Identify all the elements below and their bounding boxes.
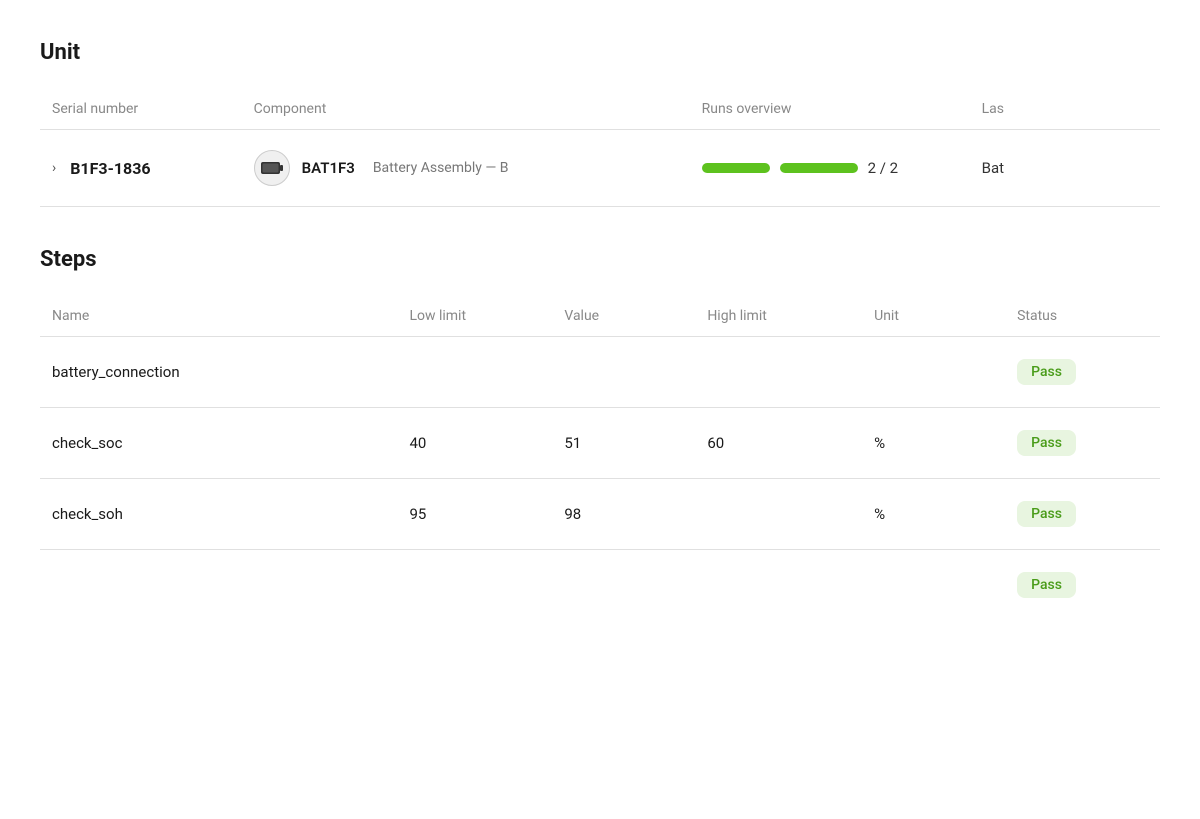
step-status: Pass: [1005, 550, 1160, 621]
unit-table: Serial number Component Runs overview La…: [40, 93, 1160, 207]
page: Unit Serial number Component Runs overvi…: [0, 0, 1200, 819]
step-low-limit: [397, 337, 552, 408]
steps-col-unit: Unit: [862, 300, 1005, 337]
steps-title: Steps: [40, 247, 1160, 272]
unit-table-header-row: Serial number Component Runs overview La…: [40, 93, 1160, 130]
steps-header-row: Name Low limit Value High limit Unit Sta…: [40, 300, 1160, 337]
step-value: [552, 550, 695, 621]
step-name: check_soc: [40, 408, 397, 479]
serial-number-value: B1F3-1836: [70, 159, 150, 178]
steps-table-row[interactable]: Pass: [40, 550, 1160, 621]
step-name: check_soh: [40, 479, 397, 550]
status-badge: Pass: [1017, 430, 1076, 456]
step-high-limit: [695, 479, 862, 550]
status-badge: Pass: [1017, 359, 1076, 385]
component-code: BAT1F3: [302, 159, 355, 177]
last-value: Bat: [982, 159, 1004, 177]
step-status: Pass: [1005, 337, 1160, 408]
status-badge: Pass: [1017, 501, 1076, 527]
steps-table-row[interactable]: battery_connection Pass: [40, 337, 1160, 408]
step-unit: %: [862, 408, 1005, 479]
step-unit: [862, 337, 1005, 408]
step-value: 51: [552, 408, 695, 479]
steps-table-row[interactable]: check_soh9598% Pass: [40, 479, 1160, 550]
serial-number-cell: › B1F3-1836: [40, 130, 242, 207]
step-name: battery_connection: [40, 337, 397, 408]
component-cell: BAT1F3 Battery Assembly — B: [242, 130, 690, 207]
step-unit: %: [862, 479, 1005, 550]
steps-col-name: Name: [40, 300, 397, 337]
unit-table-row[interactable]: › B1F3-1836: [40, 130, 1160, 207]
steps-table: Name Low limit Value High limit Unit Sta…: [40, 300, 1160, 620]
last-cell: Bat: [970, 130, 1160, 207]
status-badge: Pass: [1017, 572, 1076, 598]
steps-col-high: High limit: [695, 300, 862, 337]
unit-col-serial: Serial number: [40, 93, 242, 130]
component-name: Battery Assembly — B: [373, 160, 509, 176]
step-status: Pass: [1005, 408, 1160, 479]
unit-title: Unit: [40, 40, 1160, 65]
run-bar-2: [780, 163, 858, 173]
step-low-limit: [397, 550, 552, 621]
steps-col-value: Value: [552, 300, 695, 337]
steps-col-low: Low limit: [397, 300, 552, 337]
steps-table-row[interactable]: check_soc405160% Pass: [40, 408, 1160, 479]
step-unit: [862, 550, 1005, 621]
unit-col-last: Las: [970, 93, 1160, 130]
expand-chevron-icon[interactable]: ›: [52, 160, 60, 176]
component-icon: [254, 150, 290, 186]
step-value: [552, 337, 695, 408]
step-name: [40, 550, 397, 621]
unit-col-runs: Runs overview: [690, 93, 970, 130]
step-high-limit: 60: [695, 408, 862, 479]
steps-section: Steps Name Low limit Value High limit Un…: [40, 247, 1160, 620]
runs-cell: 2 / 2: [690, 130, 970, 207]
step-low-limit: 95: [397, 479, 552, 550]
unit-col-component: Component: [242, 93, 690, 130]
steps-col-status: Status: [1005, 300, 1160, 337]
step-high-limit: [695, 550, 862, 621]
step-status: Pass: [1005, 479, 1160, 550]
step-low-limit: 40: [397, 408, 552, 479]
step-value: 98: [552, 479, 695, 550]
run-bar-1: [702, 163, 770, 173]
runs-count: 2 / 2: [868, 159, 899, 177]
unit-section: Unit Serial number Component Runs overvi…: [40, 40, 1160, 207]
step-high-limit: [695, 337, 862, 408]
